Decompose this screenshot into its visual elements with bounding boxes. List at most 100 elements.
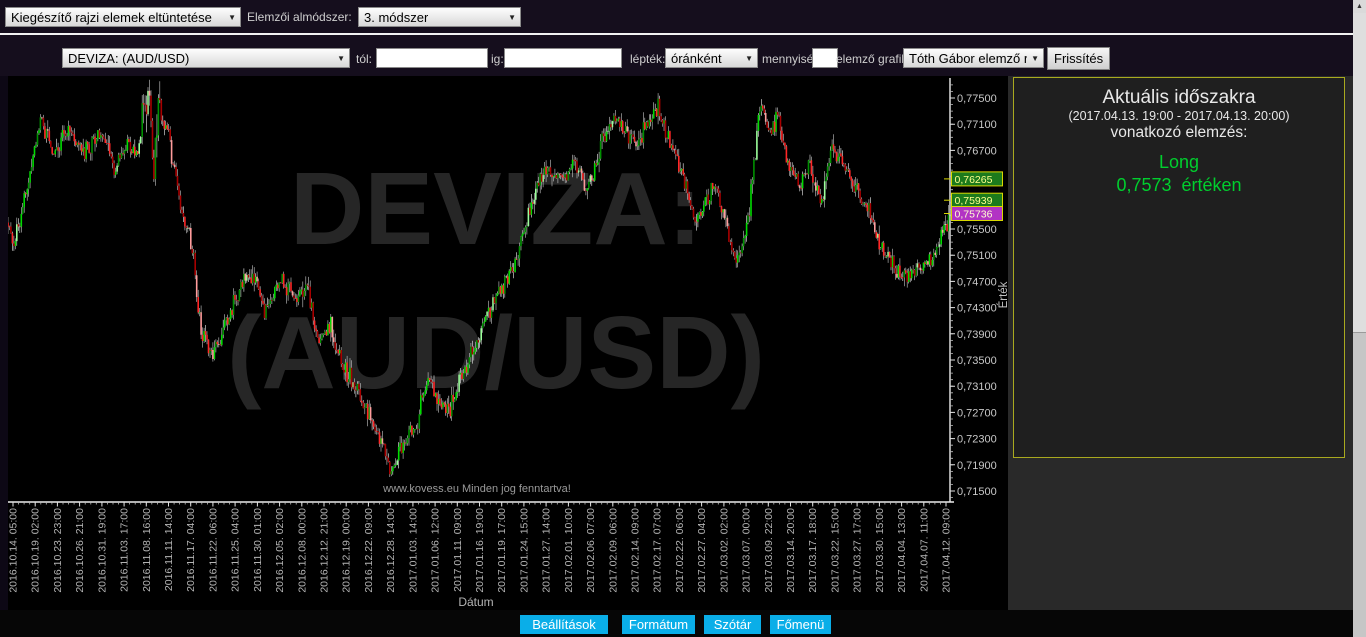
scale-dropdown[interactable]: óránként ▼ [665,48,758,68]
y-tick-label: 0,73500 [957,355,997,367]
x-tick-label: 2017.03.09. 22:00 [763,508,775,593]
x-tick-label: 2016.11.03. 17:00 [119,508,131,592]
candle-wicks [7,79,951,477]
x-tick-label: 2016.12.19. 00:00 [341,508,353,593]
candlestick-chart-canvas[interactable]: DEVIZA: (AUD/USD) 0,77500 0,77100 0,76700 0,7… [7,76,1010,610]
x-axis-title: Dátum [458,595,493,609]
y-tick-label: 0,77100 [957,119,997,131]
copyright-text: www.kovess.eu Minden jog fenntartva! [382,483,571,495]
analysis-panel: Aktuális időszakra (2017.04.13. 19:00 - … [1013,77,1345,458]
date-from-input[interactable] [376,48,488,68]
x-tick-label: 2017.01.11. 09:00 [452,508,464,592]
y-tick-label: 0,75500 [957,224,997,236]
scale-label: lépték: [630,52,666,66]
price-marker-label: 0,75736 [955,209,993,221]
x-tick-label: 2017.04.04. 13:00 [896,508,908,593]
x-tick-label: 2017.02.14. 09:00 [630,508,642,593]
dictionary-button[interactable]: Szótár [704,615,761,634]
x-tick-label: 2017.02.09. 06:00 [607,508,619,593]
scale-dropdown-value: óránként [671,50,722,66]
price-marker-label: 0,76265 [955,174,993,186]
x-tick-label: 2017.02.27. 04:00 [696,508,708,593]
x-tick-label: 2017.01.27. 14:00 [541,508,553,593]
x-tick-label: 2017.01.16. 19:00 [474,508,486,593]
x-tick-label: 2016.11.30. 01:00 [252,508,264,592]
x-tick-label: 2017.03.22. 15:00 [829,508,841,593]
x-tick-label: 2016.12.12. 21:00 [319,508,331,593]
price-marker-label: 0,75939 [955,195,993,207]
watermark-line-1: DEVIZA: [290,151,702,266]
x-tick-label: 2017.01.03. 14:00 [407,508,419,593]
chevron-down-icon: ▼ [1031,53,1039,63]
date-to-label: ig: [491,52,504,66]
analysis-period: (2017.04.13. 19:00 - 2017.04.13. 20:00) [1068,109,1290,123]
y-tick-label: 0,72300 [957,434,997,446]
analyzer-dropdown[interactable]: Tóth Gábor elemző rendsze ▼ [903,48,1044,68]
x-tick-label: 2017.03.27. 17:00 [852,508,864,593]
signal-price: 0,7573 értéken [1116,175,1242,195]
y-tick-label: 0,75100 [957,250,997,262]
x-tick-label: 2016.10.19. 02:00 [30,508,42,593]
watermark-line-2: (AUD/USD) [227,295,765,410]
drawing-elements-dropdown[interactable]: Kiegészítő rajzi elemek eltüntetése ▼ [5,7,241,27]
format-button[interactable]: Formátum [622,615,695,634]
x-tick-label: 2017.04.12. 09:00 [941,508,953,593]
x-tick-label: 2016.12.22. 09:00 [363,508,375,593]
x-tick-label: 2017.02.01. 10:00 [563,508,575,593]
x-tick-label: 2017.03.30. 15:00 [874,508,886,593]
x-tick-label: 2016.10.23. 23:00 [52,508,64,593]
settings-button[interactable]: Beállítások [520,615,608,634]
y-axis-title: Érték [997,281,1008,308]
x-tick-label: 2017.02.17. 07:00 [652,508,664,593]
analysis-subtitle: vonatkozó elemzés: [1110,124,1248,141]
chevron-down-icon: ▼ [228,12,236,22]
y-tick-label: 0,76700 [957,145,997,157]
scroll-up-arrow-icon[interactable]: ▲ [1353,0,1366,13]
x-tick-label: 2017.02.22. 06:00 [674,508,686,593]
y-tick-label: 0,72700 [957,407,997,419]
x-tick-label: 2016.12.08. 00:00 [296,508,308,593]
x-tick-label: 2017.03.17. 18:00 [807,508,819,593]
x-tick-label: 2016.10.26. 21:00 [74,508,86,593]
x-tick-label: 2016.11.08. 16:00 [141,508,153,592]
x-tick-label: 2017.03.14. 20:00 [785,508,797,593]
analyzer-dropdown-value: Tóth Gábor elemző rendsze [909,50,1027,66]
main-menu-button[interactable]: Főmenü [770,615,831,634]
x-tick-label: 2016.11.22. 06:00 [207,508,219,592]
chevron-down-icon: ▼ [508,12,516,22]
chevron-down-icon: ▼ [745,53,753,63]
analysis-title: Aktuális időszakra [1102,87,1256,108]
submethod-label: Elemzői almódszer: [247,10,352,24]
submethod-dropdown-value: 3. módszer [364,9,429,25]
x-tick-label: 2016.11.17. 04:00 [185,508,197,592]
x-tick-label: 2017.03.02. 02:00 [718,508,730,593]
y-tick-label: 0,74300 [957,303,997,315]
x-tick-label: 2017.01.06. 12:00 [430,508,442,593]
submethod-dropdown[interactable]: 3. módszer ▼ [358,7,521,27]
x-tick-label: 2016.11.11. 14:00 [163,508,175,591]
chevron-down-icon: ▼ [337,53,345,63]
quantity-input[interactable] [812,48,838,68]
x-tick-label: 2017.01.24. 15:00 [518,508,530,593]
x-tick-label: 2016.11.25. 04:00 [230,508,242,592]
date-from-label: tól: [356,52,373,66]
vertical-scrollbar[interactable]: ▲ [1353,0,1366,637]
drawing-elements-dropdown-value: Kiegészítő rajzi elemek eltüntetése [11,9,212,25]
scrollbar-thumb[interactable] [1353,13,1366,333]
chart-svg: DEVIZA: (AUD/USD) 0,77500 0,77100 0,76700 0,7… [7,78,1010,609]
currency-pair-dropdown[interactable]: DEVIZA: (AUD/USD) ▼ [62,48,350,68]
x-tick-label: 2017.02.06. 07:00 [585,508,597,593]
y-tick-label: 0,77500 [957,93,997,105]
x-tick-label: 2016.10.31. 19:00 [96,508,108,593]
y-tick-label: 0,74700 [957,276,997,288]
x-tick-label: 2017.03.07. 00:00 [741,508,753,593]
refresh-button[interactable]: Frissítés [1047,47,1111,70]
signal-value: Long [1158,152,1200,172]
x-tick-label: 2016.10.14. 05:00 [8,508,20,593]
x-tick-label: 2016.12.05. 02:00 [274,508,286,593]
x-tick-label: 2017.01.19. 17:00 [496,508,508,593]
date-to-input[interactable] [504,48,622,68]
app-window: Kiegészítő rajzi elemek eltüntetése ▼ El… [0,0,1366,637]
currency-pair-dropdown-value: DEVIZA: (AUD/USD) [68,50,190,66]
x-tick-label: 2017.04.07. 11:00 [918,508,930,592]
